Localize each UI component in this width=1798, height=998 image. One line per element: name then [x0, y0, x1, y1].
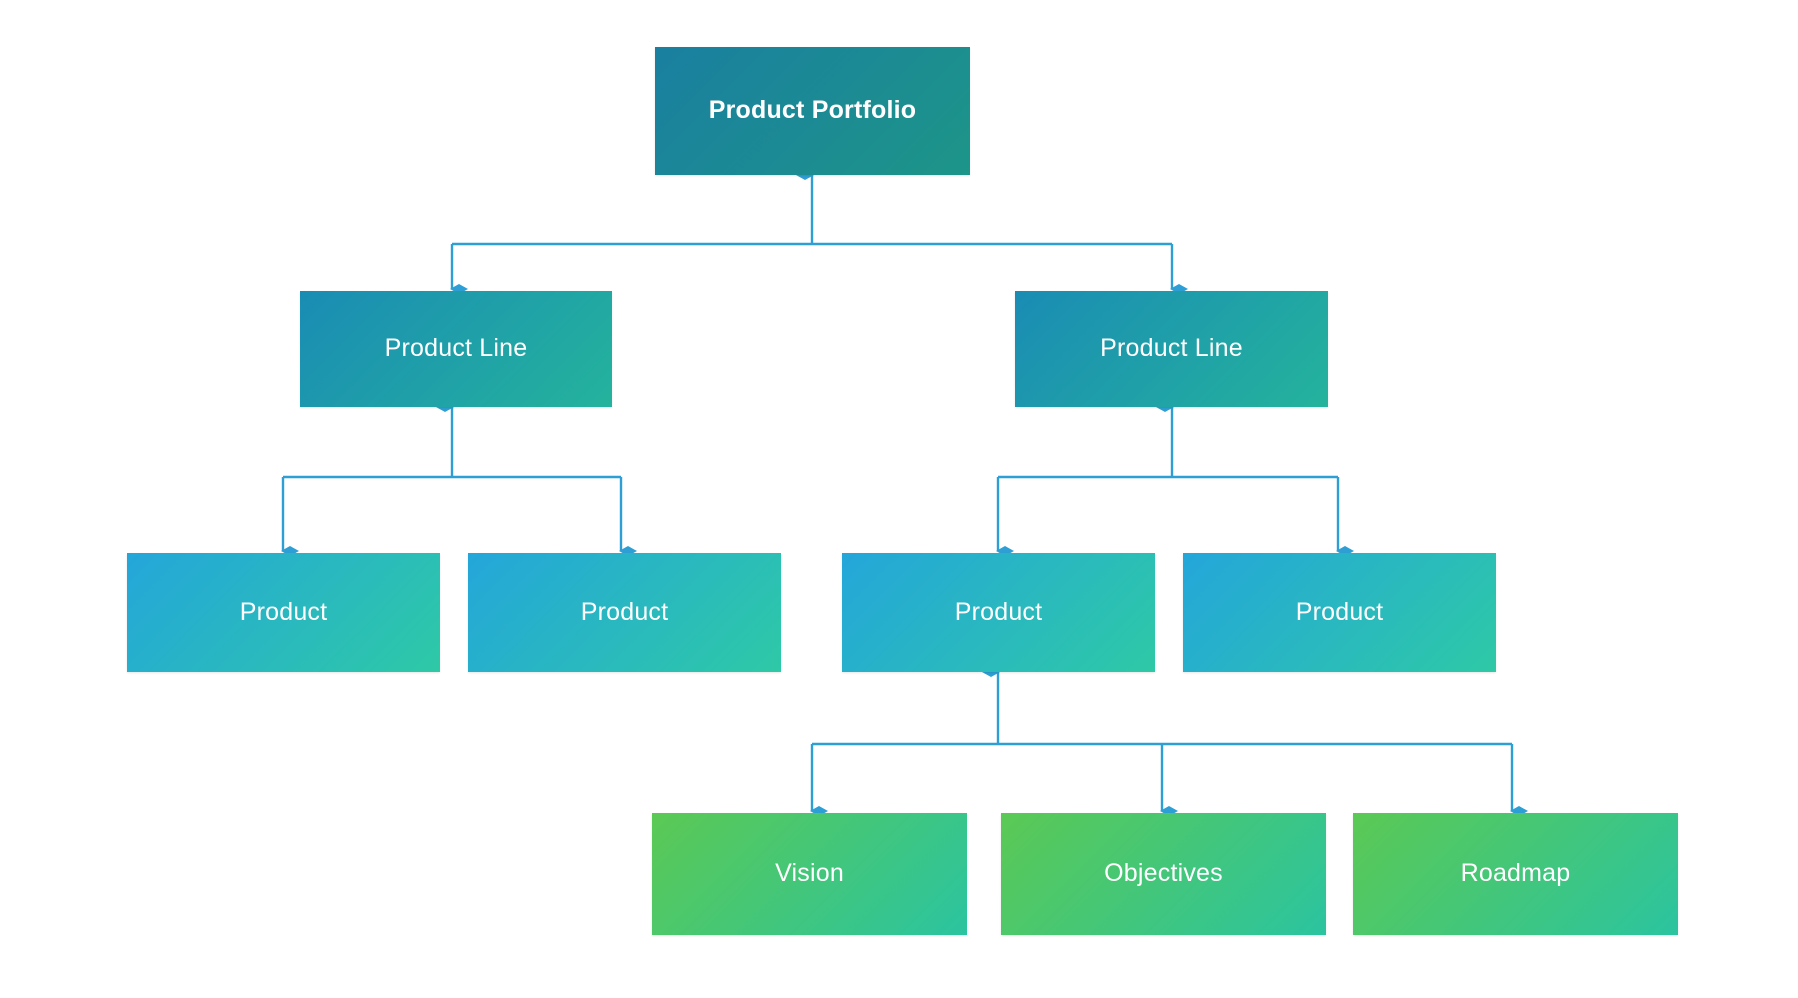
node-product-line-left[interactable]: Product Line — [300, 291, 612, 407]
node-label: Product Line — [384, 334, 528, 363]
node-product-3[interactable]: Product — [842, 553, 1155, 672]
node-objectives[interactable]: Objectives — [1001, 813, 1326, 935]
node-label: Product Line — [1100, 334, 1243, 363]
node-product-portfolio[interactable]: Product Portfolio — [655, 47, 970, 175]
node-product-1[interactable]: Product — [127, 553, 440, 672]
node-label: Product — [1295, 597, 1384, 626]
node-product-4[interactable]: Product — [1183, 553, 1496, 672]
node-label: Roadmap — [1460, 859, 1571, 888]
node-label: Product Portfolio — [708, 96, 917, 125]
node-label: Objectives — [1104, 859, 1223, 888]
node-label: Product — [580, 597, 669, 626]
node-label: Vision — [775, 859, 844, 888]
node-product-2[interactable]: Product — [468, 553, 781, 672]
node-label: Product — [954, 597, 1043, 626]
node-vision[interactable]: Vision — [652, 813, 967, 935]
diagram-canvas: Product Portfolio Product Line Product L… — [0, 0, 1798, 998]
node-roadmap[interactable]: Roadmap — [1353, 813, 1678, 935]
node-label: Product — [239, 597, 328, 626]
node-product-line-right[interactable]: Product Line — [1015, 291, 1328, 407]
